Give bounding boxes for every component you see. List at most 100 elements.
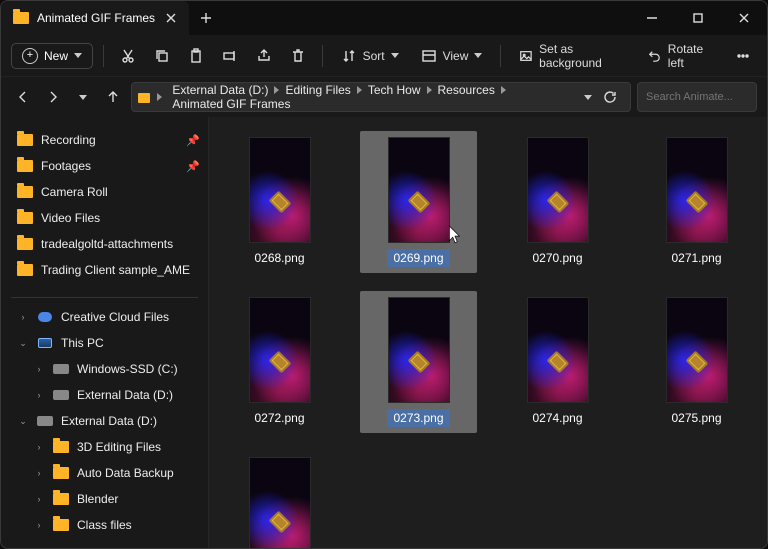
- folder-icon: [17, 186, 33, 198]
- breadcrumb-segment[interactable]: Animated GIF Frames: [169, 95, 293, 112]
- delete-button[interactable]: [284, 40, 312, 72]
- pin-icon: 📌: [186, 160, 200, 173]
- recent-locations-button[interactable]: [71, 82, 95, 112]
- navigation-pane[interactable]: Recording📌Footages📌Camera RollVideo File…: [1, 117, 209, 548]
- drive-icon: [37, 416, 53, 426]
- sidebar-item-label: Auto Data Backup: [77, 466, 174, 480]
- breadcrumb-segment[interactable]: Resources: [435, 82, 498, 99]
- file-thumbnail: [249, 297, 311, 403]
- rotate-left-icon: [648, 48, 662, 64]
- folder-icon: [53, 493, 69, 505]
- sidebar-item-quick-access[interactable]: Trading Client sample_AME: [1, 257, 208, 283]
- chevron-down-icon: [391, 53, 399, 58]
- sidebar-item-creative-cloud[interactable]: › Creative Cloud Files: [1, 304, 208, 330]
- set-background-button[interactable]: Set as background: [511, 40, 634, 72]
- paste-icon: [188, 48, 204, 64]
- cloud-icon: [38, 312, 52, 322]
- sidebar-item-label: Blender: [77, 492, 118, 506]
- sidebar-item-this-pc[interactable]: ⌄ This PC: [1, 330, 208, 356]
- image-icon: [519, 48, 533, 64]
- file-item[interactable]: 0273.png: [360, 291, 477, 433]
- address-bar[interactable]: External Data (D:)Editing FilesTech HowR…: [131, 82, 631, 112]
- file-item[interactable]: 0268.png: [221, 131, 338, 273]
- file-name: 0270.png: [526, 249, 588, 267]
- folder-icon: [53, 441, 69, 453]
- close-icon: [163, 10, 179, 26]
- close-icon: [736, 10, 752, 26]
- file-item[interactable]: 0269.png: [360, 131, 477, 273]
- sidebar-item-folder[interactable]: ›3D Editing Files: [1, 434, 208, 460]
- more-button[interactable]: [729, 40, 757, 72]
- chevron-down-icon[interactable]: [584, 95, 592, 100]
- back-button[interactable]: [11, 82, 35, 112]
- sidebar-item-folder[interactable]: › Auto Data Backup: [1, 460, 208, 486]
- file-item[interactable]: 0272.png: [221, 291, 338, 433]
- breadcrumb-segment[interactable]: Tech How: [365, 82, 424, 99]
- file-item[interactable]: 0276.png: [221, 451, 338, 548]
- rotate-left-button[interactable]: Rotate left: [640, 40, 723, 72]
- sidebar-item-label: Camera Roll: [41, 185, 108, 199]
- file-thumbnail: [249, 137, 311, 243]
- up-button[interactable]: [101, 82, 125, 112]
- sidebar-item-drive-d[interactable]: › External Data (D:): [1, 382, 208, 408]
- close-window-button[interactable]: [721, 1, 767, 35]
- file-item[interactable]: 0275.png: [638, 291, 755, 433]
- folder-icon: [138, 93, 150, 103]
- file-item[interactable]: 0271.png: [638, 131, 755, 273]
- file-list-pane[interactable]: 0268.png0269.png 0270.png 0271.png 0272.png…: [209, 117, 767, 548]
- folder-icon: [53, 467, 69, 479]
- search-box[interactable]: [637, 82, 757, 112]
- chevron-right-icon: [427, 86, 432, 94]
- sidebar-item-quick-access[interactable]: tradealgoltd-attachments: [1, 231, 208, 257]
- file-item[interactable]: 0270.png: [499, 131, 616, 273]
- sort-icon: [341, 48, 357, 64]
- sidebar-item-drive-c[interactable]: › Windows-SSD (C:): [1, 356, 208, 382]
- navigation-row: External Data (D:)Editing FilesTech HowR…: [1, 77, 767, 117]
- chevron-right-icon: ›: [17, 312, 29, 322]
- maximize-icon: [690, 10, 706, 26]
- command-bar: + New Sort View Set as background Ro: [1, 35, 767, 77]
- title-bar: Animated GIF Frames: [1, 1, 767, 35]
- cut-button[interactable]: [114, 40, 142, 72]
- chevron-right-icon: [157, 93, 162, 101]
- sidebar-item-folder[interactable]: ›Blender: [1, 486, 208, 512]
- new-button[interactable]: + New: [11, 43, 93, 69]
- sidebar-item-drive-d-external[interactable]: ⌄ External Data (D:): [1, 408, 208, 434]
- sidebar-item-quick-access[interactable]: Video Files: [1, 205, 208, 231]
- sidebar-item-label: Recording: [41, 133, 96, 147]
- share-icon: [256, 48, 272, 64]
- folder-icon: [13, 12, 29, 24]
- sidebar-item-label: Creative Cloud Files: [61, 310, 169, 324]
- copy-button[interactable]: [148, 40, 176, 72]
- file-item[interactable]: 0274.png: [499, 291, 616, 433]
- tab-close-button[interactable]: [163, 10, 179, 26]
- forward-button[interactable]: [41, 82, 65, 112]
- sidebar-item-quick-access[interactable]: Footages📌: [1, 153, 208, 179]
- search-input[interactable]: [646, 91, 768, 103]
- folder-icon: [53, 519, 69, 531]
- file-thumbnail: [666, 137, 728, 243]
- chevron-down-icon: [474, 53, 482, 58]
- minimize-button[interactable]: [629, 1, 675, 35]
- new-tab-button[interactable]: [189, 1, 223, 35]
- view-label: View: [443, 49, 469, 63]
- file-name: 0274.png: [526, 409, 588, 427]
- refresh-icon[interactable]: [602, 89, 618, 105]
- sidebar-item-quick-access[interactable]: Camera Roll: [1, 179, 208, 205]
- maximize-button[interactable]: [675, 1, 721, 35]
- window-tab[interactable]: Animated GIF Frames: [1, 1, 189, 35]
- file-name: 0275.png: [665, 409, 727, 427]
- drive-icon: [53, 390, 69, 400]
- sidebar-item-quick-access[interactable]: Recording📌: [1, 127, 208, 153]
- paste-button[interactable]: [182, 40, 210, 72]
- sort-button[interactable]: Sort: [333, 40, 407, 72]
- sidebar-item-folder[interactable]: ›Class files: [1, 512, 208, 538]
- breadcrumb-segment[interactable]: Editing Files: [282, 82, 353, 99]
- rename-button[interactable]: [216, 40, 244, 72]
- view-button[interactable]: View: [413, 40, 491, 72]
- arrow-left-icon: [15, 89, 31, 105]
- share-button[interactable]: [250, 40, 278, 72]
- chevron-right-icon: [357, 86, 362, 94]
- window-controls: [629, 1, 767, 35]
- chevron-right-icon: ›: [33, 468, 45, 478]
